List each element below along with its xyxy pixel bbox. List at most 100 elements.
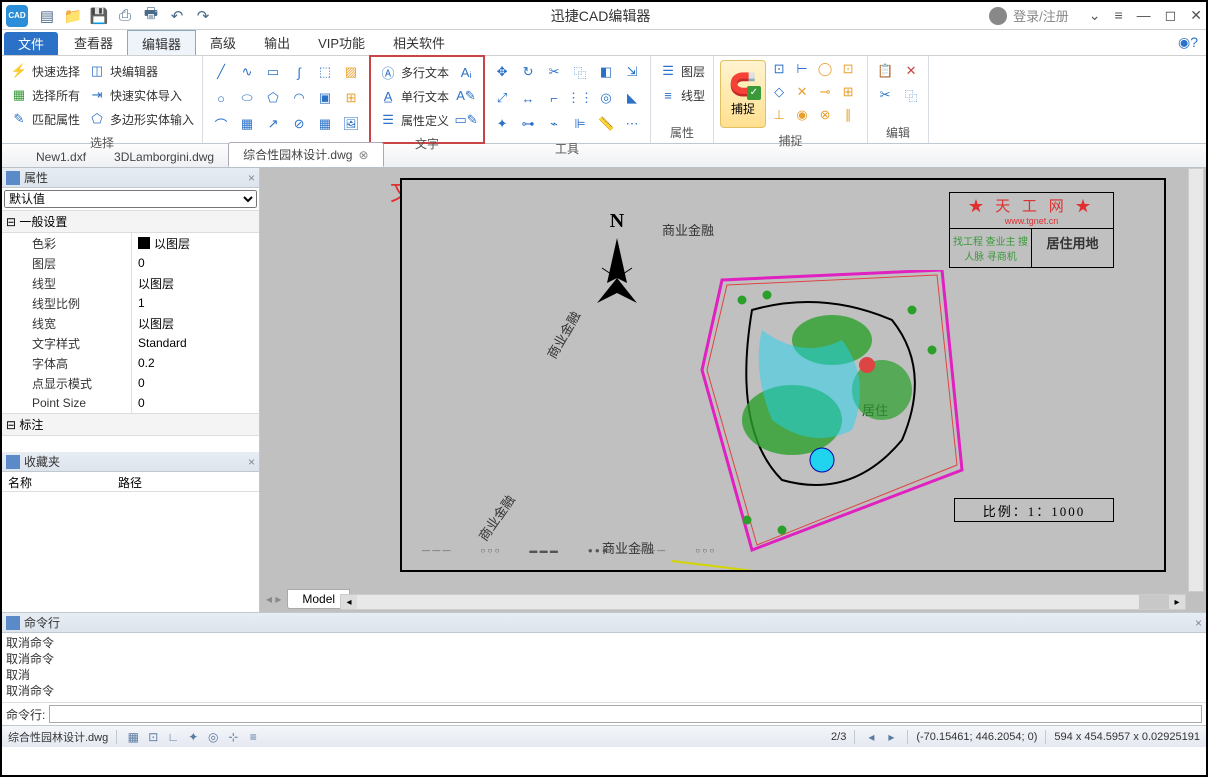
favorites-close-icon[interactable]: × <box>248 455 255 469</box>
filetab-1[interactable]: 3DLamborgini.dwg <box>100 147 228 167</box>
table-icon[interactable]: ▦ <box>313 112 337 136</box>
filetab-2[interactable]: 综合性园林设计.dwg⊗ <box>228 142 383 167</box>
prop-row[interactable]: 线宽以图层 <box>2 313 259 333</box>
cut-icon[interactable]: ✂ <box>874 84 896 106</box>
props-annotation[interactable]: ⊟ 标注 <box>2 413 259 436</box>
prop-row[interactable]: 色彩以图层 <box>2 233 259 253</box>
undo-icon[interactable]: ↶ <box>168 7 186 25</box>
prop-row[interactable]: 线型比例1 <box>2 293 259 313</box>
status-snap-icon[interactable]: ⊡ <box>145 729 161 745</box>
snap-int-icon[interactable]: ✕ <box>793 83 815 105</box>
import-solid[interactable]: ⇥快速实体导入 <box>86 84 196 106</box>
text-field-icon[interactable]: ▭✎ <box>455 109 477 131</box>
linetype-btn[interactable]: ≡线型 <box>657 84 707 106</box>
snap-par-icon[interactable]: ∥ <box>839 106 861 128</box>
maximize-icon[interactable]: ◻ <box>1165 7 1177 24</box>
saveas-icon[interactable]: ⎙ <box>116 7 134 25</box>
snap-per-icon[interactable]: ⊥ <box>770 106 792 128</box>
snap-qua-icon[interactable]: ◇ <box>770 83 792 105</box>
align-icon[interactable]: ⊫ <box>568 112 592 136</box>
attdef[interactable]: ☰属性定义 <box>377 109 451 131</box>
snap-tan-icon[interactable]: ◉ <box>793 106 815 128</box>
divide-icon[interactable]: ⋯ <box>620 112 644 136</box>
feedback-icon[interactable]: ⌄ <box>1089 7 1101 24</box>
status-osnap-icon[interactable]: ◎ <box>205 729 221 745</box>
move-icon[interactable]: ✥ <box>490 60 514 84</box>
quick-select[interactable]: ⚡快速选择 <box>8 60 82 82</box>
snap-cen-icon[interactable]: ◯ <box>816 60 838 82</box>
fillet-icon[interactable]: ⌐ <box>542 86 566 110</box>
rect-icon[interactable]: ▭ <box>261 60 285 84</box>
image-icon[interactable]: 🖼 <box>339 112 363 136</box>
cmd-input[interactable] <box>49 705 1202 723</box>
print-icon[interactable]: 🖶 <box>142 7 160 25</box>
open-icon[interactable]: 📁 <box>64 7 82 25</box>
menu-viewer[interactable]: 查看器 <box>60 30 127 55</box>
redo-icon[interactable]: ↷ <box>194 7 212 25</box>
measure-icon[interactable]: 📏 <box>594 112 618 136</box>
snap-mid-icon[interactable]: ⊢ <box>793 60 815 82</box>
stretch-icon[interactable]: ↔ <box>516 86 540 110</box>
delete-icon[interactable]: ✕ <box>900 60 922 82</box>
status-prev-icon[interactable]: ◂ <box>863 729 879 745</box>
prop-row[interactable]: Point Size0 <box>2 393 259 413</box>
prop-row[interactable]: 文字样式Standard <box>2 333 259 353</box>
prop-row[interactable]: 图层0 <box>2 253 259 273</box>
insert-icon[interactable]: ⊞ <box>339 86 363 110</box>
offset-icon[interactable]: ◎ <box>594 86 618 110</box>
props-close-icon[interactable]: × <box>248 171 255 185</box>
prop-row[interactable]: 点显示模式0 <box>2 373 259 393</box>
explode-icon[interactable]: ✦ <box>490 112 514 136</box>
prop-row[interactable]: 字体高0.2 <box>2 353 259 373</box>
block-editor[interactable]: ◫块编辑器 <box>86 60 196 82</box>
rotate-icon[interactable]: ↻ <box>516 60 540 84</box>
array-icon[interactable]: ⋮⋮ <box>568 86 592 110</box>
close-icon[interactable]: ✕ <box>1190 7 1202 24</box>
minimize-icon[interactable]: — <box>1137 7 1151 24</box>
props-selector[interactable]: 默认值 <box>4 190 257 208</box>
trim-icon[interactable]: ✂ <box>542 60 566 84</box>
menu-output[interactable]: 输出 <box>250 30 304 55</box>
new-icon[interactable]: ▤ <box>38 7 56 25</box>
help-icon[interactable]: ◉? <box>1178 30 1198 55</box>
extend-icon[interactable]: ⇲ <box>620 60 644 84</box>
prop-row[interactable]: 线型以图层 <box>2 273 259 293</box>
layer-btn[interactable]: ☰图层 <box>657 60 707 82</box>
save-icon[interactable]: 💾 <box>90 7 108 25</box>
menu-file[interactable]: 文件 <box>4 32 58 55</box>
vscrollbar[interactable] <box>1188 168 1204 592</box>
menu-editor[interactable]: 编辑器 <box>127 30 196 55</box>
text-edit-icon[interactable]: A✎ <box>455 85 477 107</box>
menu-icon[interactable]: ≡ <box>1114 7 1122 24</box>
status-grid-icon[interactable]: ▦ <box>125 729 141 745</box>
filetab-0[interactable]: New1.dxf <box>22 147 100 167</box>
scale-icon[interactable]: ⤢ <box>490 86 514 110</box>
menu-advanced[interactable]: 高级 <box>196 30 250 55</box>
poly-input[interactable]: ⬠多边形实体输入 <box>86 108 196 130</box>
status-polar-icon[interactable]: ✦ <box>185 729 201 745</box>
user-login[interactable]: 登录/注册 <box>989 6 1069 25</box>
hatch-icon[interactable]: ▨ <box>339 60 363 84</box>
select-all[interactable]: ▦选择所有 <box>8 84 82 106</box>
snap-nea-icon[interactable]: ⊗ <box>816 106 838 128</box>
arc-icon[interactable]: ◠ <box>287 86 311 110</box>
polygon-icon[interactable]: ⬠ <box>261 86 285 110</box>
polyline-icon[interactable]: ∿ <box>235 60 259 84</box>
spline-icon[interactable]: ∫ <box>287 60 311 84</box>
copy2-icon[interactable]: ⿻ <box>900 84 922 106</box>
mirror-icon[interactable]: ◧ <box>594 60 618 84</box>
menu-related[interactable]: 相关软件 <box>379 30 459 55</box>
arc2-icon[interactable]: ⌒ <box>209 112 233 136</box>
snap-button[interactable]: 🧲✓ 捕捉 <box>720 60 766 128</box>
mtext[interactable]: Ⓐ多行文本 <box>377 61 451 83</box>
line-icon[interactable]: ╱ <box>209 60 233 84</box>
snap-ins-icon[interactable]: ⊞ <box>839 83 861 105</box>
menu-vip[interactable]: VIP功能 <box>304 30 379 55</box>
status-ortho-icon[interactable]: ∟ <box>165 729 181 745</box>
status-lwt-icon[interactable]: ≡ <box>245 729 261 745</box>
stext[interactable]: A̲单行文本 <box>377 85 451 107</box>
paste-icon[interactable]: 📋 <box>874 60 896 82</box>
break-icon[interactable]: ⌁ <box>542 112 566 136</box>
xline-icon[interactable]: ⊘ <box>287 112 311 136</box>
ray-icon[interactable]: ↗ <box>261 112 285 136</box>
